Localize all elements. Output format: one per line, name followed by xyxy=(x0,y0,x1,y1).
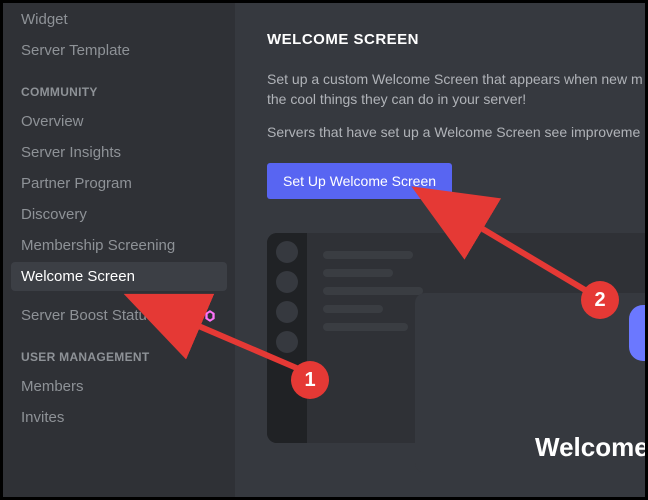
welcome-preview-text: Welcome to W xyxy=(535,432,645,463)
page-description: Set up a custom Welcome Screen that appe… xyxy=(267,70,645,109)
sidebar-section-community: COMMUNITY xyxy=(11,67,227,105)
page-description-secondary: Servers that have set up a Welcome Scree… xyxy=(267,123,645,143)
app-frame: Widget Server Template COMMUNITY Overvie… xyxy=(0,0,648,500)
sidebar-item-label: Discovery xyxy=(21,206,87,223)
sidebar-item-label: Membership Screening xyxy=(21,237,175,254)
sidebar-item-label: Overview xyxy=(21,113,84,130)
boost-icon xyxy=(203,309,217,323)
sidebar-item-label: Server Insights xyxy=(21,144,121,161)
sidebar-item-server-insights[interactable]: Server Insights xyxy=(11,138,227,167)
sidebar-item-label: Widget xyxy=(21,11,68,28)
sidebar-item-server-boost-status[interactable]: Server Boost Status xyxy=(11,301,227,330)
sidebar-item-welcome-screen[interactable]: Welcome Screen xyxy=(11,262,227,291)
sidebar-item-widget[interactable]: Widget xyxy=(11,5,227,34)
annotation-badge-2: 2 xyxy=(583,283,617,317)
sidebar-item-label: Server Boost Status xyxy=(21,307,154,324)
sidebar-section-user-management: USER MANAGEMENT xyxy=(11,332,227,370)
sidebar-item-members[interactable]: Members xyxy=(11,372,227,401)
sidebar-item-label: Welcome Screen xyxy=(21,268,135,285)
sidebar-item-membership-screening[interactable]: Membership Screening xyxy=(11,231,227,260)
robot-icon xyxy=(629,305,645,361)
set-up-welcome-screen-button[interactable]: Set Up Welcome Screen xyxy=(267,163,452,199)
sidebar-item-overview[interactable]: Overview xyxy=(11,107,227,136)
welcome-preview: Welcome to W xyxy=(267,233,645,453)
sidebar-item-label: Invites xyxy=(21,409,64,426)
annotation-badge-1: 1 xyxy=(293,363,327,397)
main-content: WELCOME SCREEN Set up a custom Welcome S… xyxy=(235,3,645,497)
sidebar-item-label: Server Template xyxy=(21,42,130,59)
settings-sidebar: Widget Server Template COMMUNITY Overvie… xyxy=(3,3,235,497)
sidebar-item-label: Members xyxy=(21,378,84,395)
page-title: WELCOME SCREEN xyxy=(267,31,645,48)
sidebar-item-invites[interactable]: Invites xyxy=(11,403,227,432)
sidebar-item-server-template[interactable]: Server Template xyxy=(11,36,227,65)
sidebar-item-discovery[interactable]: Discovery xyxy=(11,200,227,229)
sidebar-item-partner-program[interactable]: Partner Program xyxy=(11,169,227,198)
welcome-preview-card: Welcome to W xyxy=(415,293,645,473)
sidebar-item-label: Partner Program xyxy=(21,175,132,192)
